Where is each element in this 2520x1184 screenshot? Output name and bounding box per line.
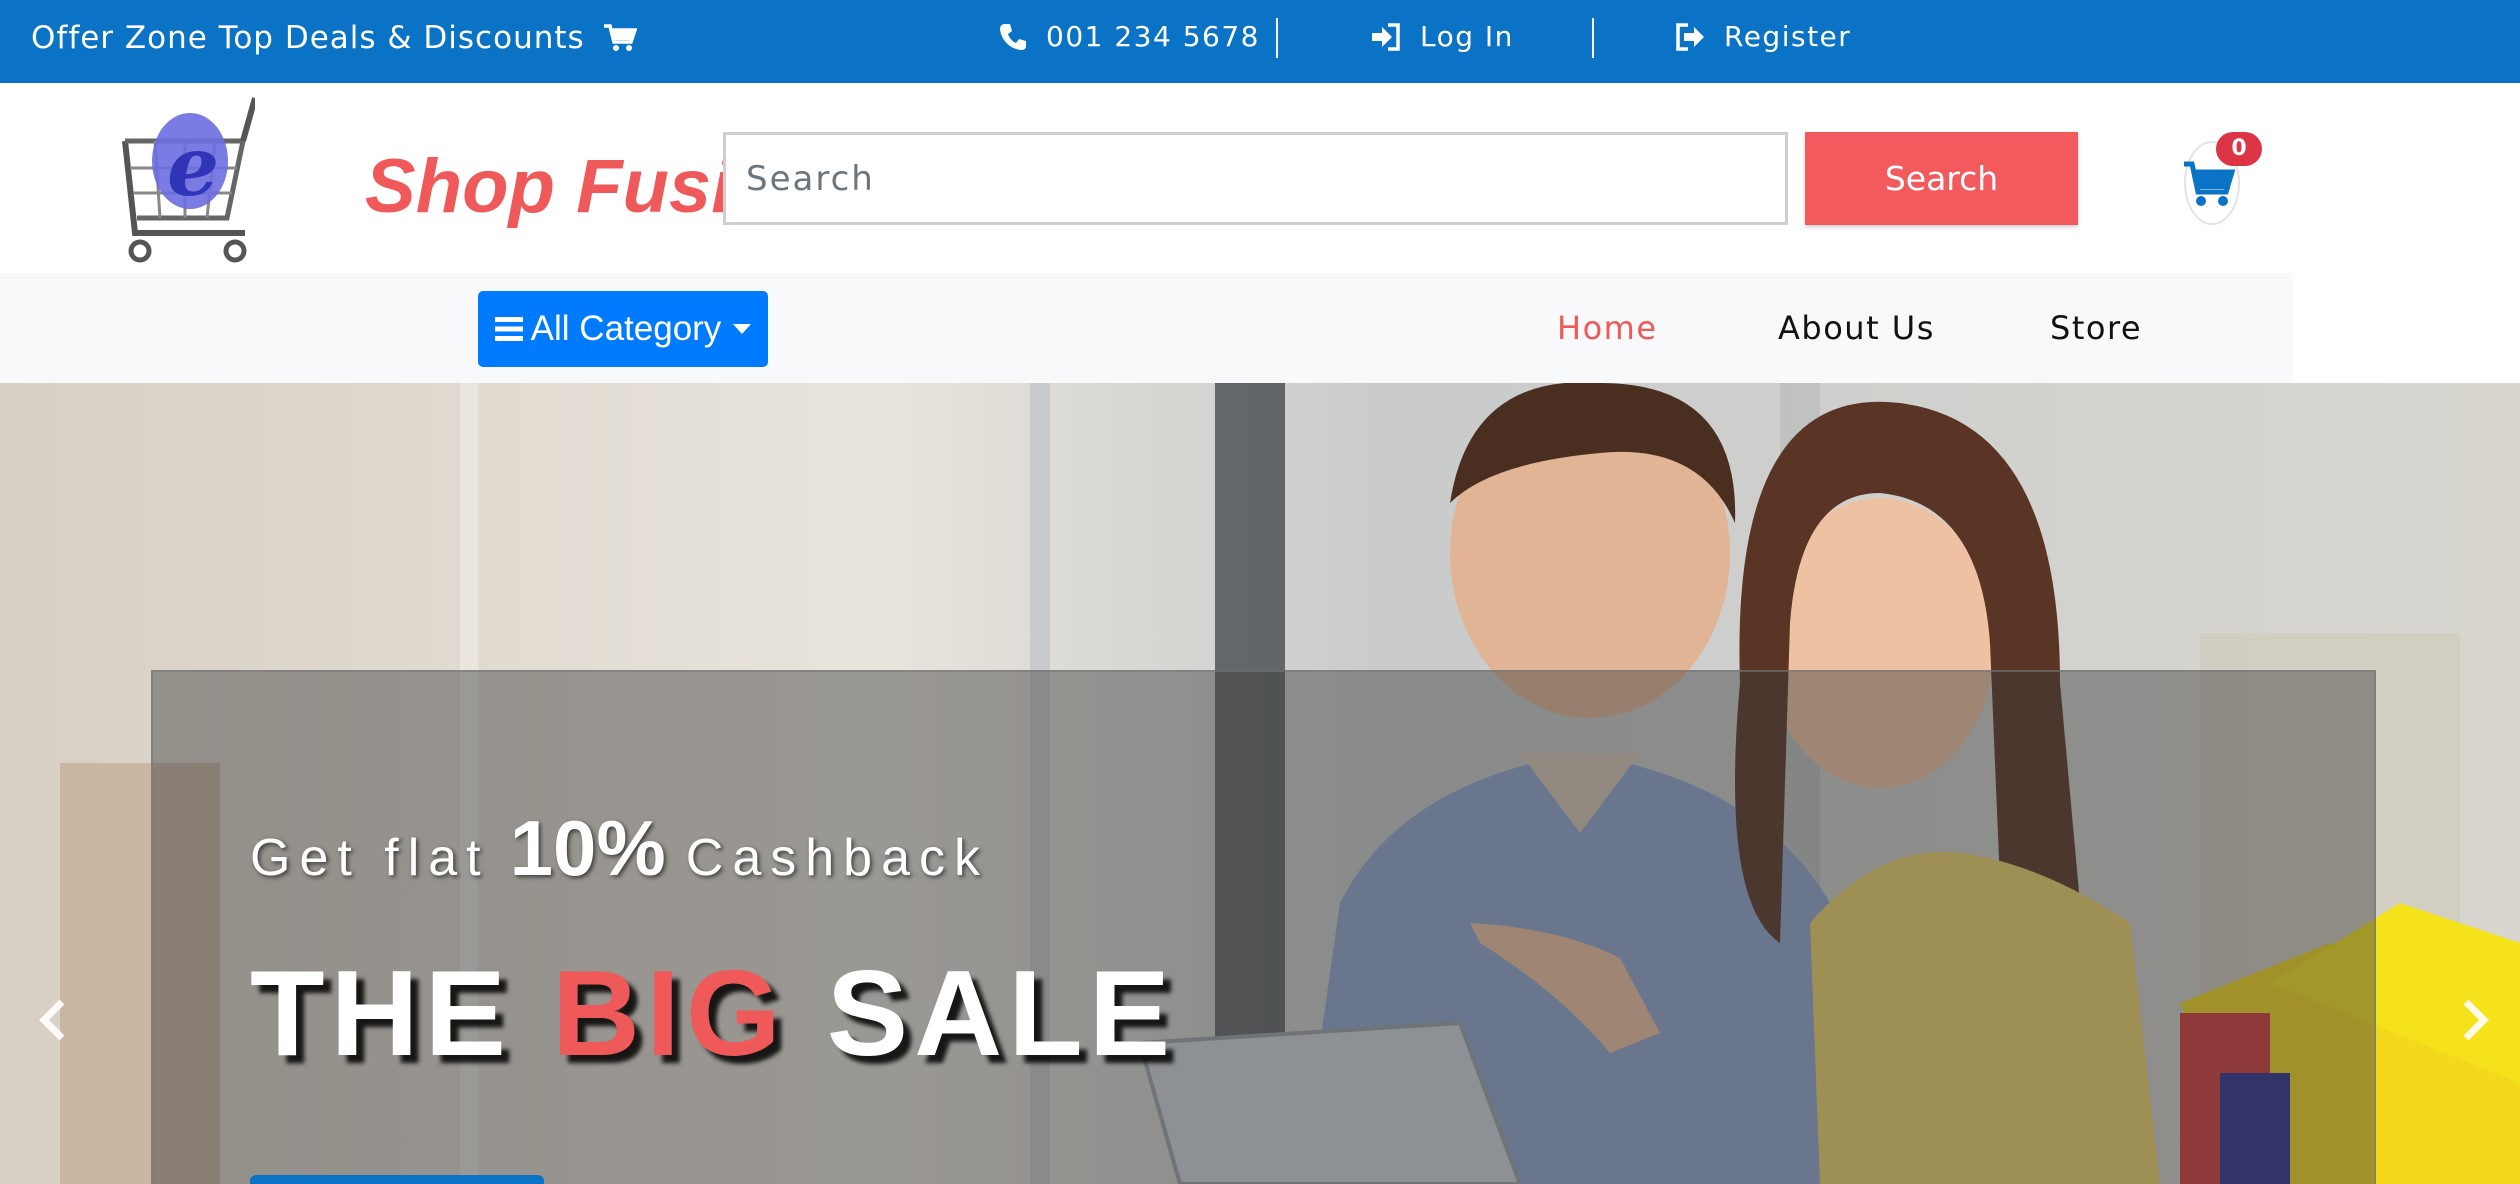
menu-bars-icon [494, 317, 523, 341]
svg-text:e: e [167, 119, 219, 215]
cashback-heading: Get flat 10% Cashback [250, 803, 989, 894]
shopping-cart-icon [603, 24, 637, 51]
caret-down-icon [733, 324, 752, 334]
sign-in-icon [1372, 22, 1400, 51]
register-label: Register [1724, 20, 1852, 53]
all-category-dropdown[interactable]: All Category [478, 291, 768, 367]
login-label: Log In [1420, 20, 1514, 53]
cashback-percent: 10% [509, 804, 666, 892]
divider [1592, 18, 1594, 58]
nav-filler [2293, 273, 2520, 383]
site-header: e Shop Fusion Search 0 [0, 83, 2520, 273]
site-logo[interactable]: e Shop Fusion [115, 93, 825, 268]
search-input[interactable] [723, 132, 1788, 225]
sign-out-icon [1676, 22, 1704, 51]
divider [1276, 18, 1278, 58]
chevron-right-icon[interactable] [2456, 998, 2496, 1048]
headline-word-2: BIG [551, 945, 787, 1081]
chevron-left-icon[interactable] [32, 998, 72, 1048]
cart-count-badge: 0 [2216, 132, 2262, 166]
caption-overlay [151, 670, 2376, 1184]
search-button[interactable]: Search [1805, 132, 2078, 225]
cart-logo-icon: e [122, 97, 255, 263]
hero-carousel[interactable]: Get flat 10% Cashback THE BIG SALE [0, 383, 2520, 1184]
phone-contact[interactable]: 001 234 5678 [998, 20, 1260, 53]
main-nav: All Category Home About Us Store [0, 273, 2293, 383]
headline-word-1: THE [250, 945, 512, 1081]
offer-zone: Offer Zone Top Deals & Discounts [31, 20, 637, 56]
phone-icon [1000, 23, 1026, 50]
cashback-pre: Get flat [250, 829, 490, 887]
nav-home[interactable]: Home [1557, 309, 1658, 347]
register-link[interactable]: Register [1674, 20, 1851, 53]
category-label: All Category [530, 309, 722, 348]
headline-word-3: SALE [826, 945, 1177, 1081]
cashback-post: Cashback [685, 829, 989, 887]
sale-headline: THE BIG SALE [250, 943, 1176, 1083]
top-bar: Offer Zone Top Deals & Discounts 001 234… [0, 0, 2520, 83]
offer-text: Offer Zone Top Deals & Discounts [31, 20, 585, 56]
nav-about-us[interactable]: About Us [1778, 309, 1935, 347]
nav-store[interactable]: Store [2050, 309, 2142, 347]
shop-now-button[interactable] [250, 1175, 544, 1184]
login-link[interactable]: Log In [1370, 20, 1514, 53]
phone-number: 001 234 5678 [1046, 20, 1260, 53]
